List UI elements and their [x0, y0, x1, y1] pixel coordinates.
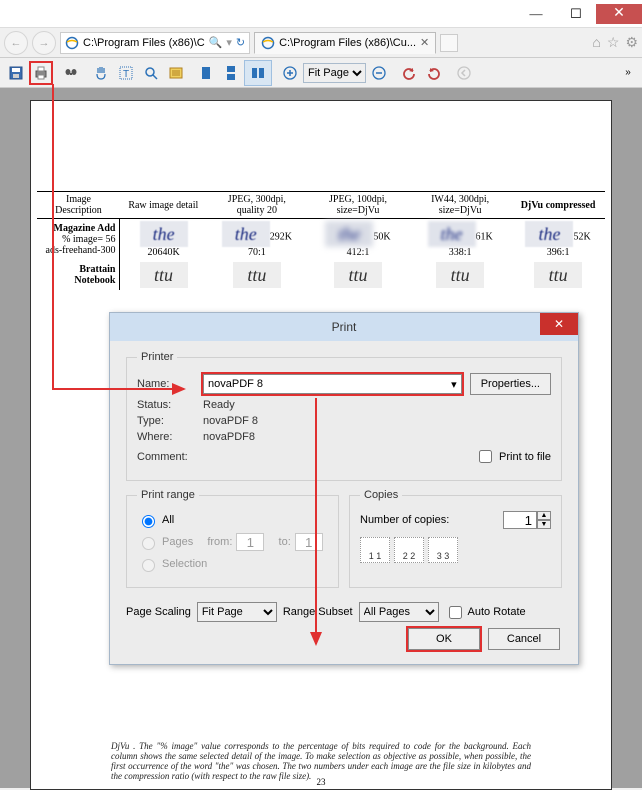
page-number: 23	[31, 777, 611, 787]
address-bar[interactable]: C:\Program Files (x86)\C 🔍 ▾ ↻	[60, 32, 250, 54]
forward-button[interactable]: →	[32, 31, 56, 55]
range-subset-label: Range Subset	[283, 606, 353, 618]
zoom-select[interactable]: Fit Page	[303, 63, 366, 83]
col-header: IW44, 300dpi, size=DjVu	[409, 192, 511, 219]
sample-cell: the	[140, 221, 188, 247]
sample-cell: ttu	[534, 262, 582, 288]
prev-icon[interactable]	[452, 61, 476, 85]
maximize-button[interactable]: ☐	[556, 4, 596, 24]
cancel-button[interactable]: Cancel	[488, 628, 560, 650]
type-value: novaPDF 8	[203, 415, 258, 427]
browser-tab[interactable]: C:\Program Files (x86)\Cu... ✕	[254, 32, 436, 54]
properties-button[interactable]: Properties...	[470, 373, 551, 395]
copies-fieldset: Copies Number of copies: ▲▼ 1 1 2 2 3 3	[349, 489, 562, 588]
save-icon[interactable]	[4, 61, 28, 85]
print-to-file-checkbox[interactable]: Print to file	[475, 447, 551, 466]
fieldset-legend: Copies	[360, 489, 402, 501]
minimize-button[interactable]: —	[516, 4, 556, 24]
favorites-icon[interactable]: ☆	[607, 34, 620, 51]
collate-preview: 1 1 2 2 3 3	[360, 537, 551, 563]
page-scaling-select[interactable]: Fit Page	[197, 602, 277, 622]
col-header: JPEG, 300dpi, quality 20	[207, 192, 307, 219]
tab-close-icon[interactable]: ✕	[420, 36, 429, 49]
printer-fieldset: Printer Name: novaPDF 8▾ Properties... S…	[126, 351, 562, 481]
svg-text:T: T	[123, 69, 129, 80]
fieldset-legend: Print range	[137, 489, 199, 501]
dialog-titlebar: Print ✕	[110, 313, 578, 341]
zoom-icon[interactable]	[139, 61, 163, 85]
status-label: Status:	[137, 399, 195, 411]
window-titlebar: — ☐ ✕	[0, 0, 642, 28]
pan-icon[interactable]	[89, 61, 113, 85]
home-icon[interactable]: ⌂	[592, 34, 600, 51]
comment-label: Comment:	[137, 451, 195, 463]
rotate-cw-icon[interactable]	[422, 61, 446, 85]
sample-cell: the	[222, 221, 270, 247]
col-header: DjVu compressed	[511, 192, 605, 219]
new-tab-button[interactable]	[440, 34, 458, 52]
zoom-out-icon[interactable]	[367, 61, 391, 85]
col-header: Raw image detail	[120, 192, 207, 219]
fieldset-legend: Printer	[137, 351, 177, 363]
col-header: JPEG, 100dpi, size=DjVu	[307, 192, 409, 219]
doc-footer-text: DjVu . The "% image" value corresponds t…	[31, 741, 611, 781]
from-input[interactable]	[236, 533, 264, 551]
print-icon[interactable]	[29, 61, 53, 85]
select-region-icon[interactable]	[164, 61, 188, 85]
single-page-icon[interactable]	[194, 61, 218, 85]
copies-spinner[interactable]: ▲▼	[503, 511, 551, 529]
find-icon[interactable]	[59, 61, 83, 85]
ie-favicon-icon	[261, 36, 275, 50]
rotate-ccw-icon[interactable]	[397, 61, 421, 85]
copies-label: Number of copies:	[360, 514, 449, 526]
range-pages-radio[interactable]: Pages from: to:	[137, 533, 328, 551]
type-label: Type:	[137, 415, 195, 427]
sample-cell: ttu	[436, 262, 484, 288]
refresh-icon[interactable]: ↻	[236, 36, 245, 49]
where-label: Where:	[137, 431, 195, 443]
where-value: novaPDF8	[203, 431, 255, 443]
range-all-radio[interactable]: All	[137, 512, 328, 528]
ok-button[interactable]: OK	[408, 628, 480, 650]
sample-cell: the	[428, 221, 476, 247]
status-value: Ready	[203, 399, 235, 411]
dialog-title: Print	[332, 320, 357, 334]
row-head: Brattain Notebook	[37, 260, 120, 290]
back-button[interactable]: ←	[4, 31, 28, 55]
doc-table: Image Description Raw image detail JPEG,…	[37, 191, 605, 290]
to-input[interactable]	[295, 533, 323, 551]
range-subset-select[interactable]: All Pages	[359, 602, 439, 622]
ie-favicon-icon	[65, 36, 79, 50]
sample-cell: ttu	[140, 262, 188, 288]
browser-nav-bar: ← → C:\Program Files (x86)\C 🔍 ▾ ↻ C:\Pr…	[0, 28, 642, 58]
sample-cell: the	[325, 221, 373, 247]
tools-icon[interactable]: ⚙	[625, 34, 638, 51]
select-text-icon[interactable]: T	[114, 61, 138, 85]
print-dialog: Print ✕ Printer Name: novaPDF 8▾ Propert…	[109, 312, 579, 665]
print-range-fieldset: Print range All Pages from: to: Selectio…	[126, 489, 339, 588]
continuous-icon[interactable]	[219, 61, 243, 85]
auto-rotate-checkbox[interactable]: Auto Rotate	[445, 603, 526, 622]
window-close-button[interactable]: ✕	[596, 4, 642, 24]
zoom-in-icon[interactable]	[278, 61, 302, 85]
facing-icon[interactable]	[246, 61, 270, 85]
address-text: C:\Program Files (x86)\C	[83, 37, 205, 49]
sample-cell: the	[525, 221, 573, 247]
toolbar-overflow[interactable]: »	[616, 61, 640, 85]
range-selection-radio[interactable]: Selection	[137, 556, 328, 572]
name-label: Name:	[137, 378, 195, 390]
dialog-close-button[interactable]: ✕	[540, 313, 578, 335]
row-head: Magazine Add % image= 56 ads-freehand-30…	[37, 219, 120, 261]
search-icon[interactable]: 🔍	[209, 36, 223, 49]
col-header: Image Description	[37, 192, 120, 219]
viewer-toolbar: T Fit Page »	[0, 58, 642, 88]
sample-cell: ttu	[334, 262, 382, 288]
sample-cell: ttu	[233, 262, 281, 288]
page-scaling-label: Page Scaling	[126, 606, 191, 618]
tab-label: C:\Program Files (x86)\Cu...	[279, 37, 416, 49]
printer-name-select[interactable]: novaPDF 8▾	[203, 374, 462, 394]
